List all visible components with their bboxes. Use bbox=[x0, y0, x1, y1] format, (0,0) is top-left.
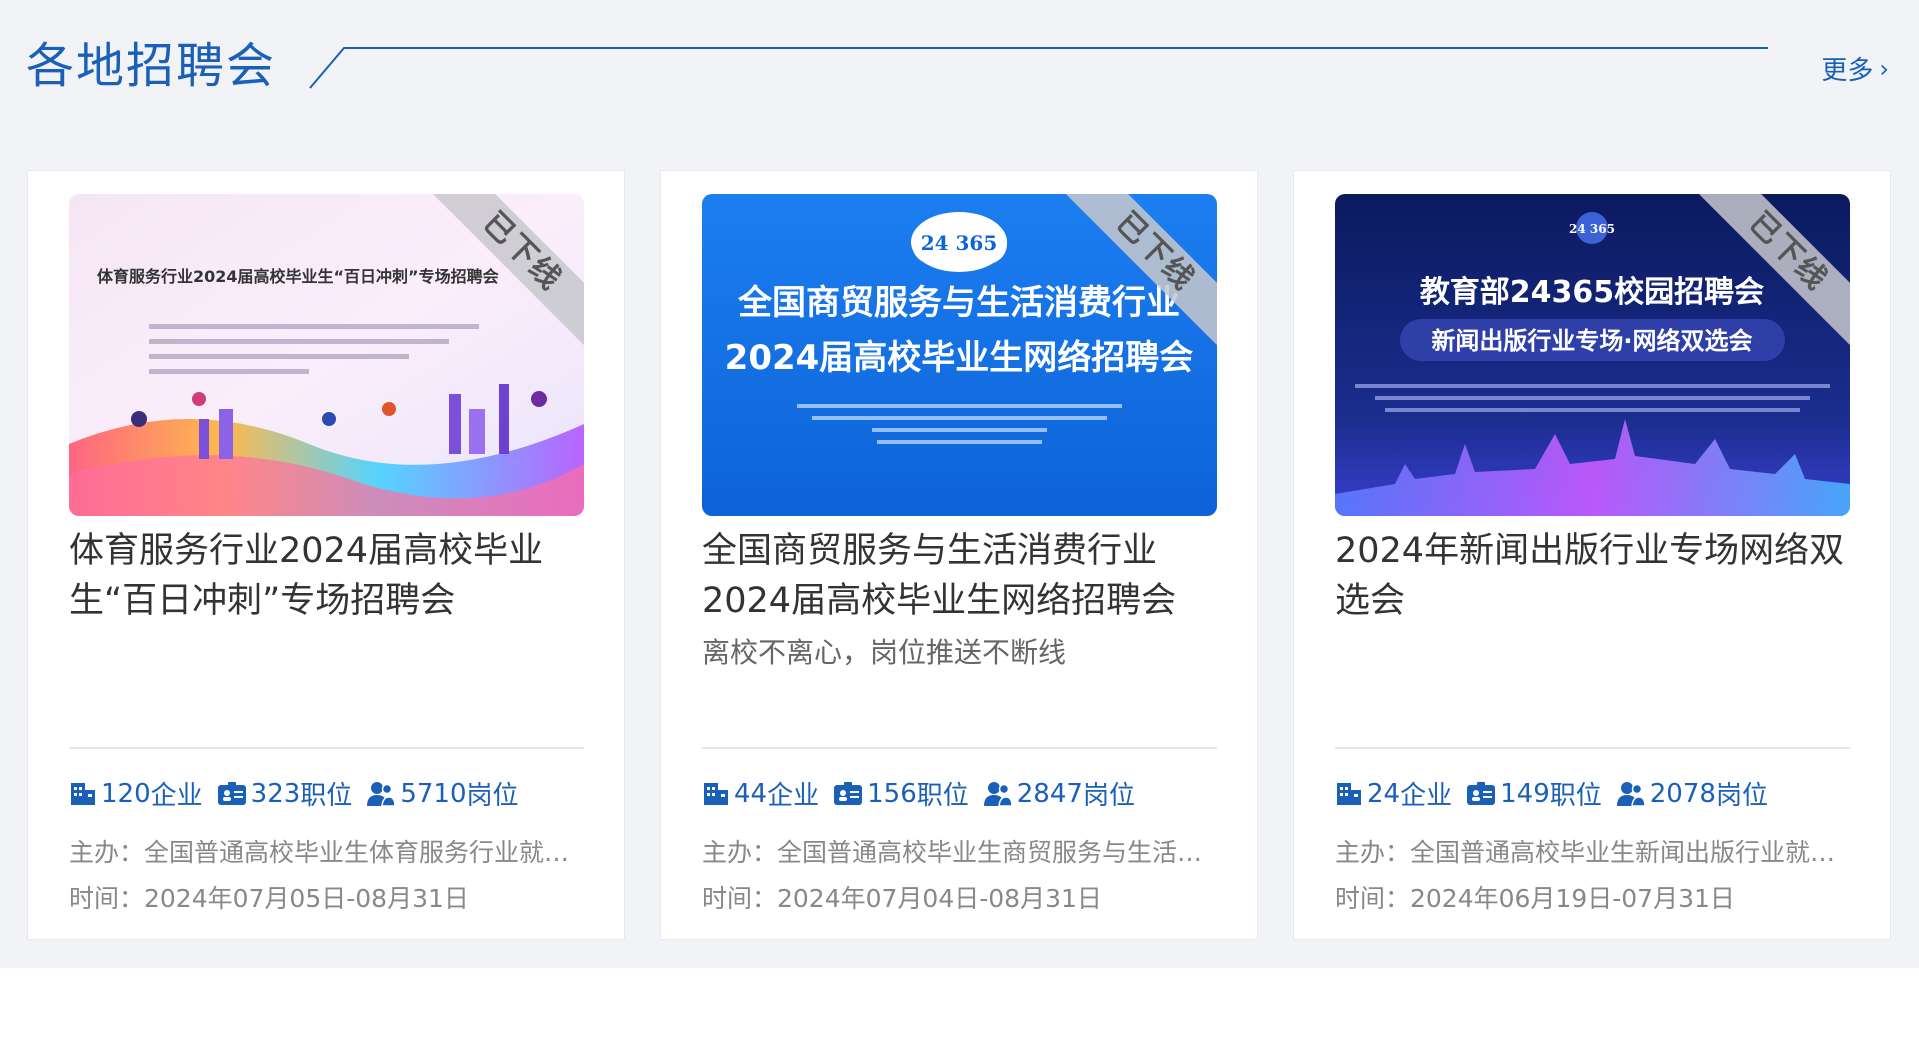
id-card-icon bbox=[833, 780, 863, 808]
job-fair-banner-image[interactable]: 体育服务行业2024届高校毕业生“百日冲刺”专场招聘会 已下线 bbox=[69, 194, 584, 516]
banner-caption-line2: 2024届高校毕业生网络招聘会 bbox=[725, 338, 1194, 378]
posts-count: 5710 bbox=[400, 778, 467, 809]
id-card-icon bbox=[1466, 780, 1496, 808]
building-icon bbox=[69, 780, 97, 808]
section-title: 各地招聘会 bbox=[26, 38, 277, 94]
posts-count: 2847 bbox=[1016, 778, 1083, 809]
companies-count: 24 bbox=[1367, 778, 1401, 809]
positions-unit: 职位 bbox=[916, 781, 969, 811]
positions-unit: 职位 bbox=[1549, 781, 1602, 811]
job-fair-title[interactable]: 体育服务行业2024届高校毕业生“百日冲刺”专场招聘会 bbox=[69, 526, 584, 626]
posts-stat: 2078 岗位 bbox=[1616, 775, 1768, 812]
positions-unit: 职位 bbox=[300, 781, 353, 811]
posts-unit: 岗位 bbox=[1082, 781, 1135, 811]
companies-unit: 企业 bbox=[1400, 781, 1453, 811]
companies-count: 44 bbox=[734, 778, 768, 809]
job-fair-subtitle: 离校不离心，岗位推送不断线 bbox=[702, 636, 1067, 669]
job-fair-card[interactable]: 体育服务行业2024届高校毕业生“百日冲刺”专场招聘会 已下线 体育服务行业20… bbox=[27, 170, 625, 940]
more-link[interactable]: 更多 › bbox=[1821, 50, 1889, 87]
companies-stat: 24 企业 bbox=[1335, 775, 1452, 812]
positions-count: 156 bbox=[867, 778, 917, 809]
banner-badge: 24 365 bbox=[1569, 222, 1615, 236]
positions-stat: 323 职位 bbox=[217, 775, 353, 812]
chevron-right-icon: › bbox=[1879, 54, 1889, 83]
posts-unit: 岗位 bbox=[1715, 781, 1768, 811]
banner-badge: 24 365 bbox=[921, 231, 998, 255]
time-text: 时间：2024年07月05日-08月31日 bbox=[69, 884, 469, 913]
job-fair-stats: 24 企业 149 职位 2078 岗位 bbox=[1335, 775, 1855, 812]
card-divider bbox=[69, 747, 584, 749]
building-icon bbox=[1335, 780, 1363, 808]
posts-unit: 岗位 bbox=[466, 781, 519, 811]
posts-stat: 2847 岗位 bbox=[983, 775, 1135, 812]
building-icon bbox=[702, 780, 730, 808]
time-text: 时间：2024年06月19日-07月31日 bbox=[1335, 884, 1735, 913]
job-fair-card[interactable]: 24 365 教育部24365校园招聘会 新闻出版行业专场·网络双选会 已下线 … bbox=[1293, 170, 1891, 940]
organizer-text: 主办：全国普通高校毕业生新闻出版行业就业创业指导委员会 bbox=[1335, 838, 1850, 867]
positions-stat: 149 职位 bbox=[1466, 775, 1602, 812]
organizer-text: 主办：全国普通高校毕业生体育服务行业就业创业指导委员会 bbox=[69, 838, 584, 867]
posts-stat: 5710 岗位 bbox=[366, 775, 519, 812]
companies-count: 120 bbox=[101, 778, 151, 809]
card-divider bbox=[702, 747, 1217, 749]
posts-count: 2078 bbox=[1649, 778, 1716, 809]
job-fair-title[interactable]: 2024年新闻出版行业专场网络双选会 bbox=[1335, 526, 1850, 626]
time-text: 时间：2024年07月04日-08月31日 bbox=[702, 884, 1102, 913]
job-fair-card[interactable]: 24 365 全国商贸服务与生活消费行业 2024届高校毕业生网络招聘会 已下线… bbox=[660, 170, 1258, 940]
card-divider bbox=[1335, 747, 1850, 749]
people-icon bbox=[983, 780, 1013, 808]
job-fair-banner-image[interactable]: 24 365 全国商贸服务与生活消费行业 2024届高校毕业生网络招聘会 已下线 bbox=[702, 194, 1217, 516]
job-fairs-section: 各地招聘会 更多 › 体育服务行业2024届高校毕业生“百日冲刺”专场招聘会 已… bbox=[0, 0, 1919, 968]
banner-caption: 体育服务行业2024届高校毕业生“百日冲刺”专场招聘会 bbox=[97, 267, 499, 286]
banner-caption-line2: 新闻出版行业专场·网络双选会 bbox=[1431, 327, 1752, 355]
banner-caption-line1: 全国商贸服务与生活消费行业 bbox=[737, 283, 1180, 323]
positions-stat: 156 职位 bbox=[833, 775, 969, 812]
job-fair-stats: 120 企业 323 职位 5710 岗位 bbox=[69, 775, 589, 812]
people-icon bbox=[366, 780, 397, 808]
title-decoration-line bbox=[309, 47, 1768, 89]
companies-stat: 44 企业 bbox=[702, 775, 819, 812]
organizer-text: 主办：全国普通高校毕业生商贸服务与生活消费行业就业创业指导委员会 bbox=[702, 838, 1217, 867]
companies-unit: 企业 bbox=[767, 781, 820, 811]
id-card-icon bbox=[217, 780, 247, 808]
companies-stat: 120 企业 bbox=[69, 775, 203, 812]
banner-caption-line1: 教育部24365校园招聘会 bbox=[1420, 275, 1764, 310]
job-fair-title[interactable]: 全国商贸服务与生活消费行业2024届高校毕业生网络招聘会 bbox=[702, 526, 1217, 626]
more-label: 更多 bbox=[1821, 56, 1874, 86]
positions-count: 149 bbox=[1500, 778, 1550, 809]
job-fair-stats: 44 企业 156 职位 2847 岗位 bbox=[702, 775, 1222, 812]
job-fair-banner-image[interactable]: 24 365 教育部24365校园招聘会 新闻出版行业专场·网络双选会 已下线 bbox=[1335, 194, 1850, 516]
positions-count: 323 bbox=[250, 778, 301, 809]
companies-unit: 企业 bbox=[150, 781, 203, 811]
people-icon bbox=[1616, 780, 1646, 808]
